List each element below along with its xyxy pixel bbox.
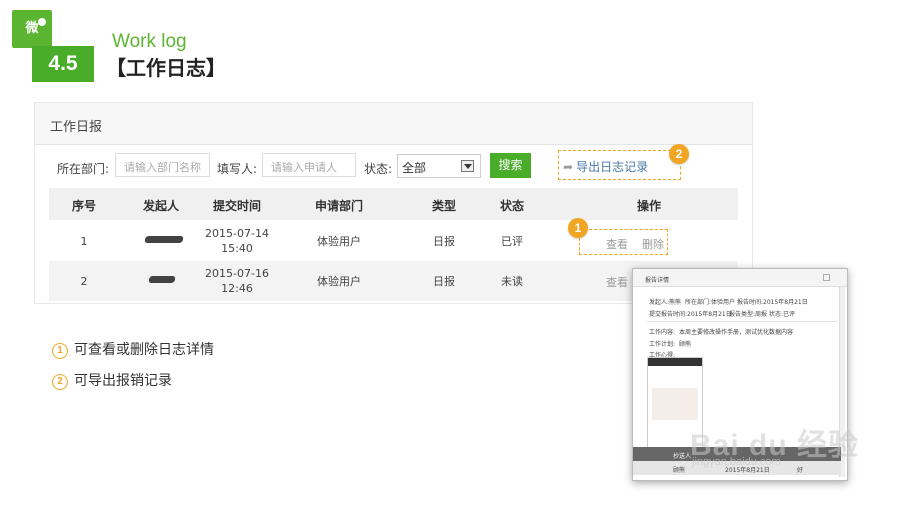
dept-input[interactable]: 请输入部门名称	[115, 153, 210, 177]
row-actions-highlight: 查看 删除	[579, 229, 668, 255]
dropdown-arrow-icon	[461, 160, 474, 172]
col-dept: 申请部门	[314, 199, 363, 213]
popup-divider	[647, 321, 837, 322]
popup-content-label: 工作内容:	[649, 329, 676, 336]
popup-footer-rating: 好	[797, 467, 804, 474]
note-number: 2	[52, 374, 68, 390]
status-select[interactable]: 全部	[397, 154, 481, 178]
popup-report-time: 报告时间:2015年8月21日	[737, 299, 808, 306]
note-1: 1 可查看或删除日志详情	[52, 339, 214, 359]
popup-plan-label: 工作计划:	[649, 341, 676, 348]
col-status: 状态	[499, 199, 524, 213]
callout-2: 2	[669, 144, 689, 164]
row-index: 2	[80, 275, 88, 288]
popup-submit-time: 提交报告时间:2015年8月21日	[649, 311, 732, 318]
panel-title: 工作日报	[50, 120, 103, 135]
row-submit-time: 2015-07-16 12:46	[205, 267, 269, 295]
export-log-button[interactable]: ➦ 导出日志记录	[558, 150, 681, 180]
callout-1: 1	[568, 218, 588, 238]
col-type: 类型	[431, 199, 456, 213]
col-actions: 操作	[636, 199, 661, 213]
section-number-badge: 4.5	[32, 46, 94, 82]
section-title-en: Work log	[112, 31, 187, 52]
redacted-name	[144, 236, 184, 243]
panel-header: 工作日报	[35, 103, 752, 145]
popup-status: 状态:已评	[769, 311, 796, 318]
share-arrow-icon: ➦	[563, 160, 574, 174]
section-title-cn: 【工作日志】	[106, 56, 226, 80]
col-author: 发起人	[142, 199, 179, 213]
status-label: 状态:	[364, 162, 393, 176]
popup-cc-label: 抄送人	[673, 453, 692, 460]
author-input[interactable]: 请输入申请人	[262, 153, 356, 177]
view-link[interactable]: 查看	[606, 274, 628, 290]
note-text: 可导出报销记录	[74, 373, 172, 389]
popup-author: 发起人:熊熊	[649, 299, 682, 306]
status-select-value: 全部	[402, 161, 427, 175]
row-dept: 体验用户	[317, 275, 361, 288]
row-status: 已评	[501, 235, 523, 248]
redacted-name	[148, 276, 176, 283]
popup-dept: 所在部门:体验用户	[685, 299, 736, 306]
export-label: 导出日志记录	[576, 160, 649, 174]
popup-title: 报告详情	[645, 277, 670, 284]
note-number: 1	[52, 343, 68, 359]
row-submit-time: 2015-07-14 15:40	[205, 227, 269, 255]
note-text: 可查看或删除日志详情	[74, 342, 214, 358]
col-submit-time: 提交时间	[212, 199, 261, 213]
close-icon[interactable]	[823, 274, 830, 281]
wechat-logo: 微	[12, 10, 52, 48]
row-type: 日报	[433, 235, 455, 248]
popup-plan-value: 顾熊	[679, 341, 692, 348]
author-label: 填写人:	[217, 162, 258, 176]
popup-footer-name: 顾熊	[673, 467, 686, 474]
watermark-url: jingyan.baidu.com	[692, 456, 781, 468]
view-link[interactable]: 查看	[606, 236, 628, 252]
row-index: 1	[80, 235, 88, 248]
note-2: 2 可导出报销记录	[52, 370, 172, 390]
delete-link[interactable]: 删除	[642, 236, 664, 252]
search-button[interactable]: 搜索	[490, 153, 531, 178]
row-status: 未读	[501, 275, 523, 288]
row-type: 日报	[433, 275, 455, 288]
cake-image	[652, 388, 698, 420]
col-index: 序号	[71, 199, 96, 213]
row-dept: 体验用户	[317, 235, 361, 248]
table-header: 序号 发起人 提交时间 申请部门 类型 状态 操作	[49, 188, 738, 220]
dept-label: 所在部门:	[57, 162, 110, 176]
popup-content-value: 本周主要修改操作手册，测试优化数据内容	[679, 329, 794, 336]
popup-report-type: 报告类型:周报	[729, 311, 768, 318]
